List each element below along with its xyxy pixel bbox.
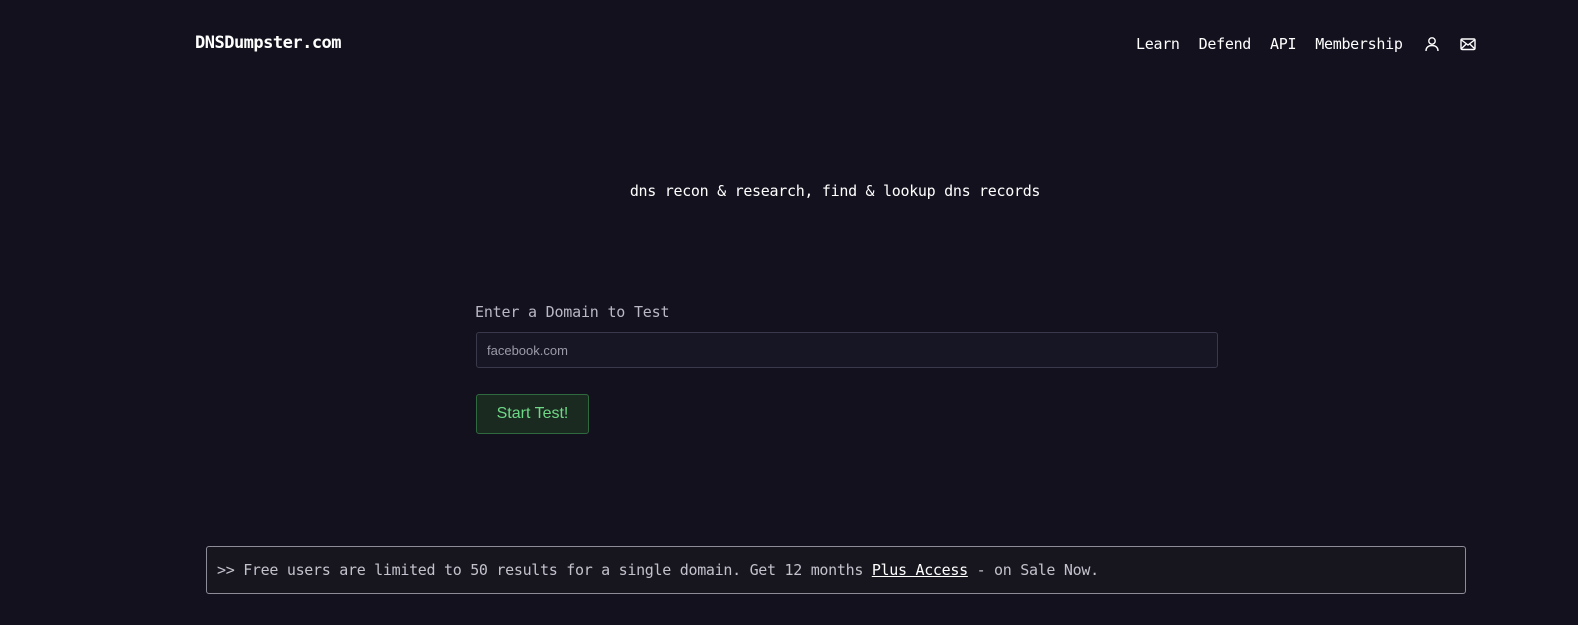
main-nav: Learn Defend API Membership [1136,35,1422,53]
site-logo[interactable]: DNSDumpster.com [195,33,342,53]
domain-input[interactable] [476,332,1218,368]
user-icon[interactable] [1423,35,1441,53]
notice-text: >> Free users are limited to 50 results … [217,561,872,579]
notice-suffix: - on Sale Now. [967,561,1100,579]
nav-defend[interactable]: Defend [1199,35,1252,53]
start-test-button[interactable]: Start Test! [476,394,589,434]
domain-input-label: Enter a Domain to Test [475,303,670,321]
free-user-notice: >> Free users are limited to 50 results … [206,546,1466,594]
plus-access-link[interactable]: Plus Access [872,561,968,579]
nav-learn[interactable]: Learn [1136,35,1180,53]
hero-tagline: dns recon & research, find & lookup dns … [629,182,1041,200]
site-header: DNSDumpster.com Learn Defend API Members… [0,0,1578,88]
nav-membership[interactable]: Membership [1315,35,1403,53]
mail-icon[interactable] [1459,35,1477,53]
nav-api[interactable]: API [1270,35,1297,53]
